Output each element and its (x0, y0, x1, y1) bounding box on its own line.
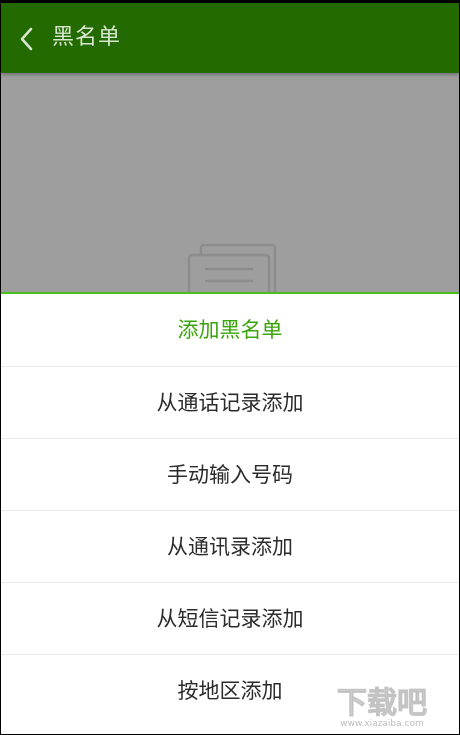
watermark-url: www.xiazaiba.com (340, 719, 424, 729)
title-bar: 黑名单 (1, 3, 459, 73)
back-chevron-icon (20, 27, 33, 51)
page-title: 黑名单 (52, 25, 122, 50)
watermark-logo: 下载吧 www.xiazaiba.com (337, 686, 428, 730)
watermark-text: 下载吧 (337, 686, 427, 721)
add-blacklist-sheet: 添加黑名单 从通话记录添加 手动输入号码 从通讯录添加 从短信记录添加 按地区添… (1, 292, 459, 734)
menu-item-from-call-log[interactable]: 从通话记录添加 (1, 367, 459, 439)
back-button[interactable] (11, 20, 47, 56)
screen: 黑名单 添加黑名单 从通话记录添加 手动输入号码 从通讯录添加 从短信记录添加 … (1, 3, 459, 734)
menu-item-from-sms[interactable]: 从短信记录添加 (1, 583, 459, 655)
sheet-title: 添加黑名单 (1, 294, 459, 367)
menu-item-manual-input[interactable]: 手动输入号码 (1, 439, 459, 511)
menu-item-from-contacts[interactable]: 从通讯录添加 (1, 511, 459, 583)
